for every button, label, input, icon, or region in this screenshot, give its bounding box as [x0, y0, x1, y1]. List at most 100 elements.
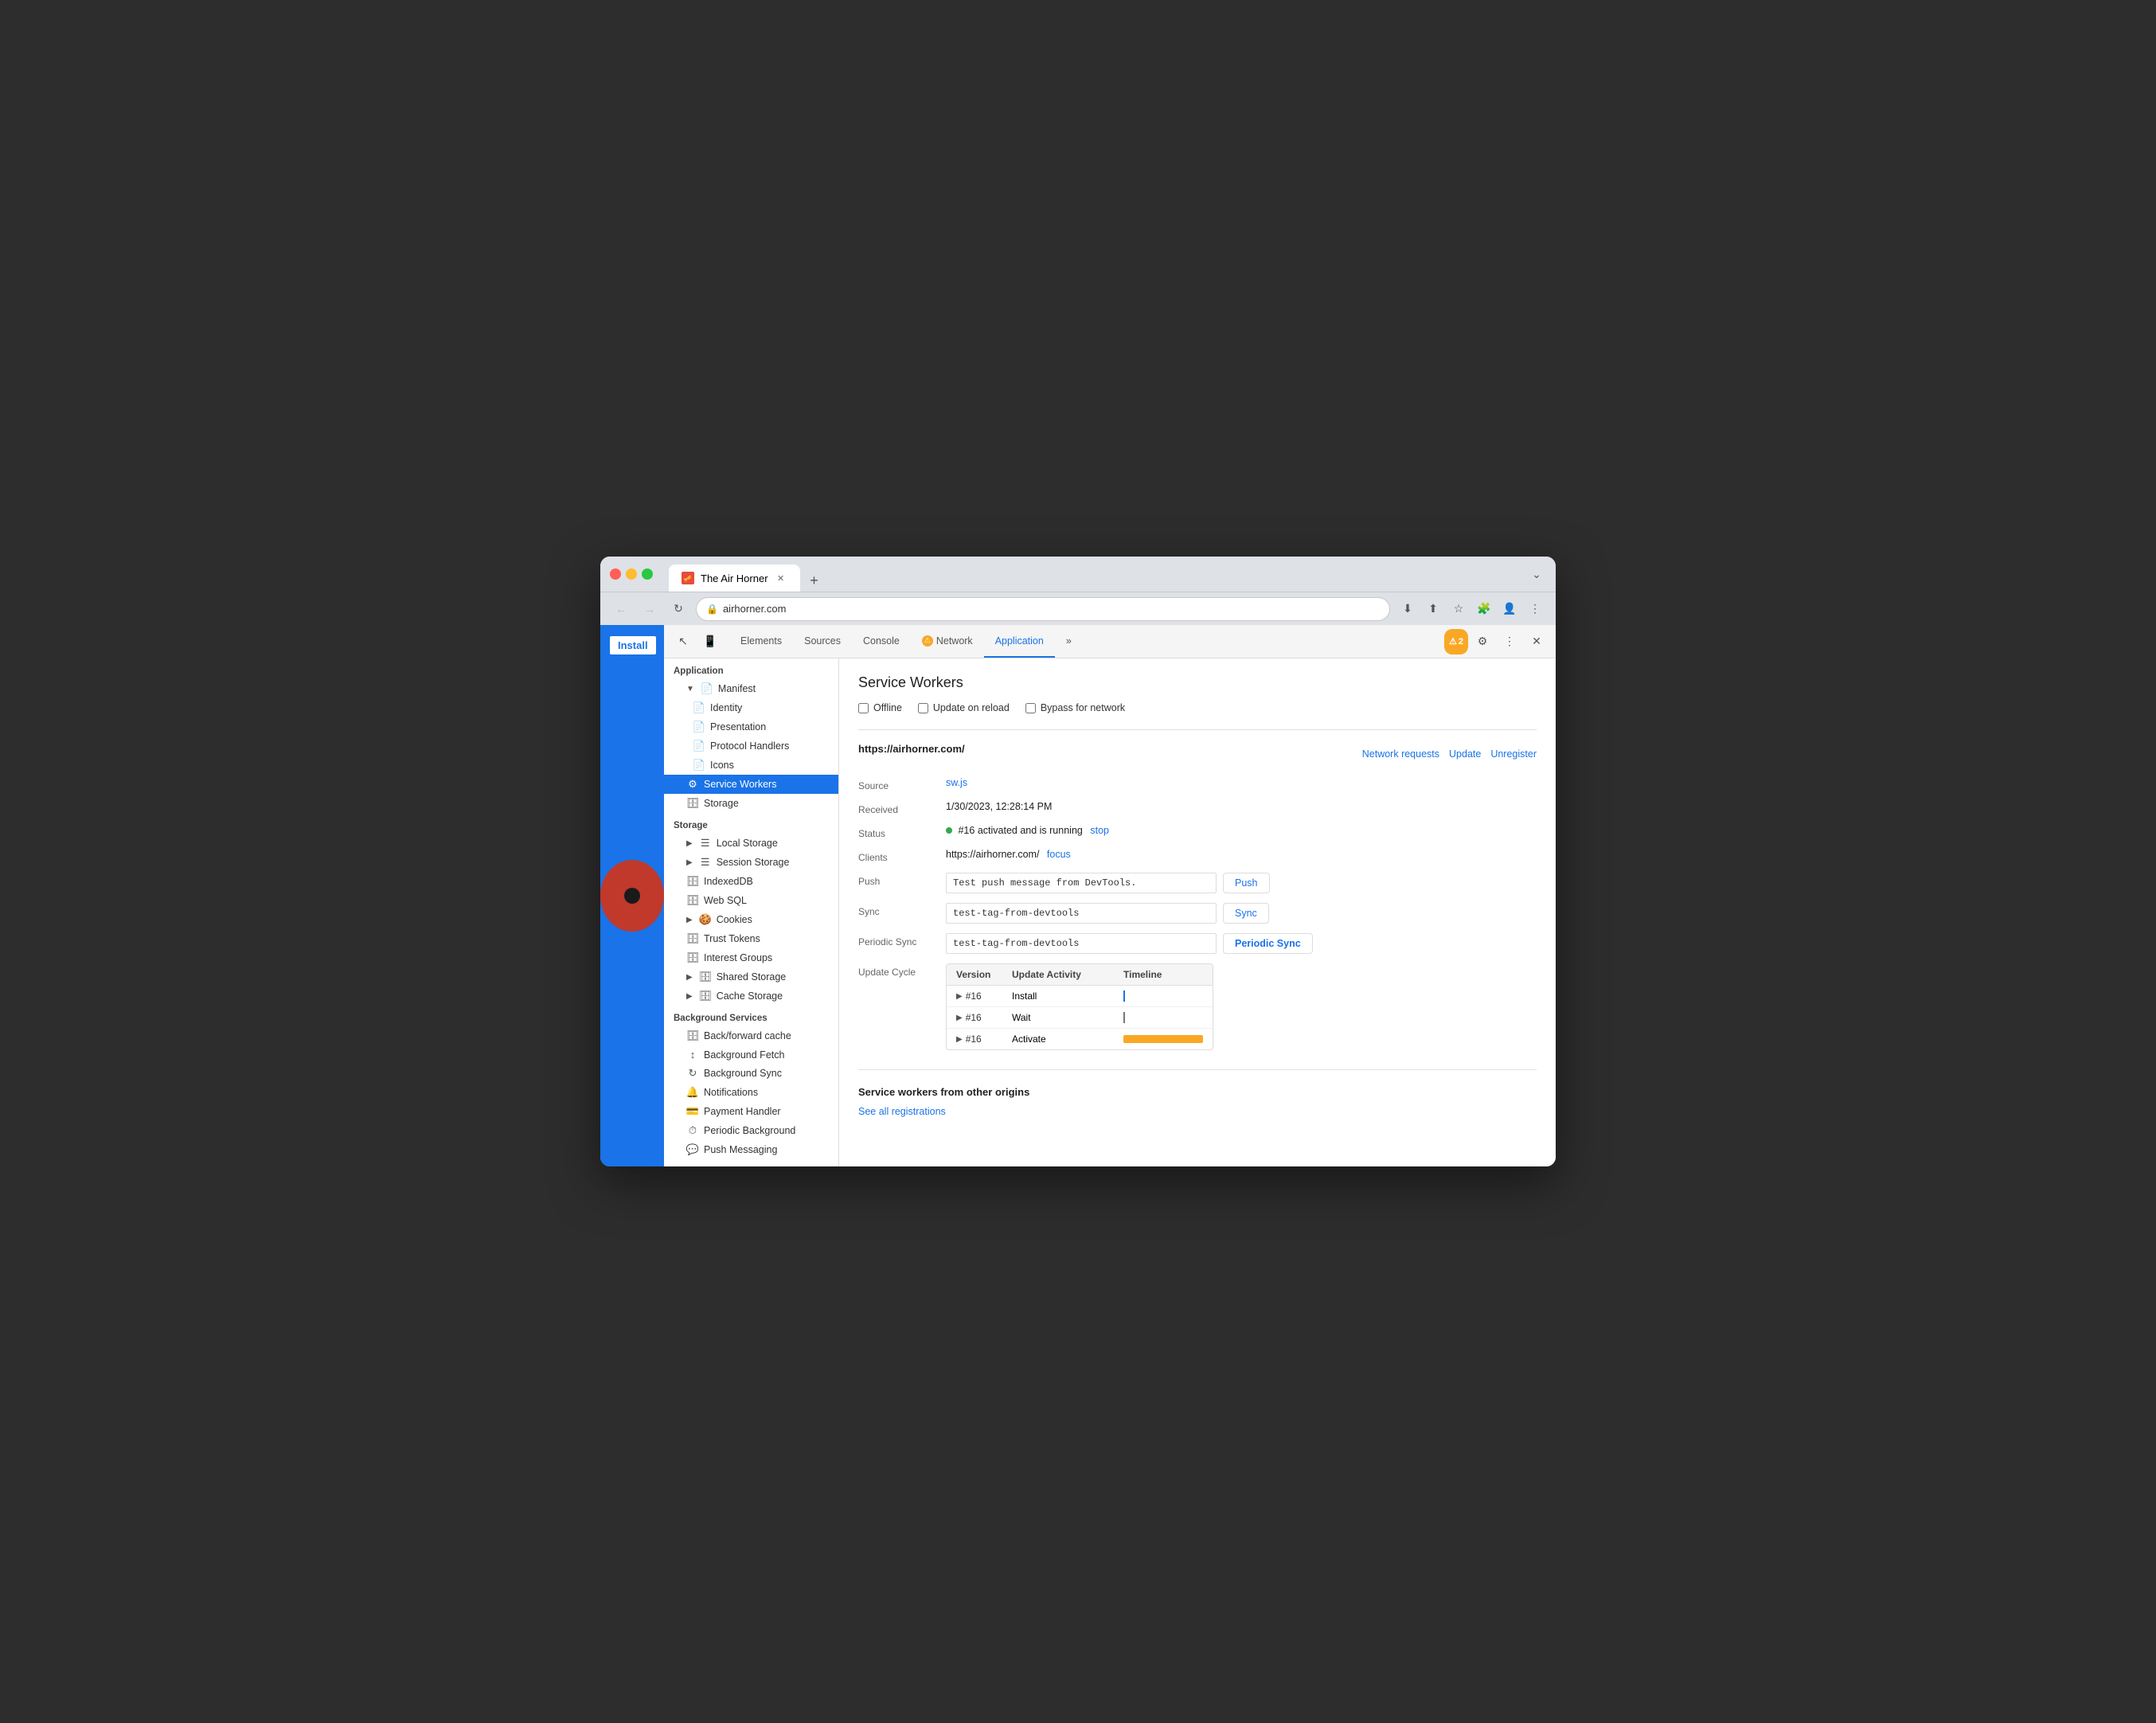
tab-close-button[interactable]: ✕ [775, 572, 787, 584]
sw-status-row: Status #16 activated and is running stop [858, 825, 1537, 839]
notifications-label: Notifications [704, 1087, 758, 1098]
sidebar-item-periodic-background[interactable]: ⏱ Periodic Background [664, 1121, 838, 1140]
presentation-file-icon: 📄 [693, 721, 705, 733]
row-activate-arrow: ▶ [956, 1035, 963, 1044]
extension-icon[interactable]: 🧩 [1473, 598, 1495, 620]
device-icon[interactable]: 📱 [697, 629, 723, 654]
push-button[interactable]: Push [1223, 873, 1270, 893]
bookmark-icon[interactable]: ☆ [1447, 598, 1470, 620]
status-text: #16 activated and is running [958, 825, 1082, 836]
tab-network[interactable]: ⚠ Network [911, 625, 984, 658]
status-label: Status [858, 825, 946, 839]
download-icon[interactable]: ⬇ [1396, 598, 1419, 620]
cookies-label: Cookies [717, 914, 752, 925]
sidebar-item-trust-tokens[interactable]: 🗄 Trust Tokens [664, 929, 838, 948]
browser-tab[interactable]: 🎺 The Air Horner ✕ [669, 565, 800, 592]
sw-source-value: sw.js [946, 777, 1537, 788]
periodic-sync-label: Periodic Sync [858, 933, 946, 947]
offline-checkbox-input[interactable] [858, 703, 869, 713]
stop-link[interactable]: stop [1090, 825, 1109, 836]
row-activate-version: ▶ #16 [956, 1033, 1012, 1045]
sidebar-item-session-storage[interactable]: ▶ ☰ Session Storage [664, 853, 838, 872]
close-devtools-button[interactable]: ✕ [1524, 629, 1549, 654]
sidebar-item-background-fetch[interactable]: ↕ Background Fetch [664, 1045, 838, 1064]
sidebar-item-icons[interactable]: 📄 Icons [664, 756, 838, 775]
periodic-sync-input[interactable] [946, 933, 1217, 954]
source-file-link[interactable]: sw.js [946, 777, 967, 788]
sidebar-item-identity[interactable]: 📄 Identity [664, 698, 838, 717]
manifest-expand-icon: ▼ [686, 685, 694, 693]
close-traffic-light[interactable] [610, 568, 621, 580]
sidebar-item-manifest[interactable]: ▼ 📄 Manifest [664, 679, 838, 698]
sync-button[interactable]: Sync [1223, 903, 1269, 924]
sidebar-item-cookies[interactable]: ▶ 🍪 Cookies [664, 910, 838, 929]
offline-checkbox[interactable]: Offline [858, 702, 902, 713]
sidebar-item-background-sync[interactable]: ↻ Background Sync [664, 1064, 838, 1083]
minimize-traffic-light[interactable] [626, 568, 637, 580]
tab-console[interactable]: Console [852, 625, 911, 658]
background-fetch-icon: ↕ [686, 1049, 699, 1061]
timeline-header: Timeline [1123, 969, 1203, 980]
sidebar-item-service-workers[interactable]: ⚙ Service Workers [664, 775, 838, 794]
devtools-main: Service Workers Offline Update on reload [839, 658, 1556, 1166]
update-on-reload-checkbox[interactable]: Update on reload [918, 702, 1010, 713]
sidebar-item-presentation[interactable]: 📄 Presentation [664, 717, 838, 736]
trust-tokens-icon: 🗄 [686, 932, 699, 945]
unregister-link[interactable]: Unregister [1490, 748, 1537, 760]
menu-icon[interactable]: ⋮ [1524, 598, 1546, 620]
bypass-for-network-checkbox[interactable]: Bypass for network [1025, 702, 1125, 713]
window-menu-icon[interactable]: ⌄ [1527, 568, 1546, 581]
new-tab-button[interactable]: + [803, 569, 826, 592]
session-storage-expand-icon: ▶ [686, 858, 693, 867]
tab-sources[interactable]: Sources [793, 625, 852, 658]
cursor-icon[interactable]: ↖ [670, 629, 696, 654]
other-origins-section: Service workers from other origins See a… [858, 1069, 1537, 1119]
periodic-sync-button[interactable]: Periodic Sync [1223, 933, 1313, 954]
sidebar-item-protocol-handlers[interactable]: 📄 Protocol Handlers [664, 736, 838, 756]
row-wait-arrow: ▶ [956, 1014, 963, 1022]
sidebar-item-interest-groups[interactable]: 🗄 Interest Groups [664, 948, 838, 967]
section-divider [858, 729, 1537, 730]
row-install-version: ▶ #16 [956, 990, 1012, 1002]
tab-favicon: 🎺 [682, 572, 694, 584]
tab-elements[interactable]: Elements [729, 625, 793, 658]
sidebar-item-push-messaging[interactable]: 💬 Push Messaging [664, 1140, 838, 1159]
see-all-link[interactable]: See all registrations [858, 1106, 946, 1117]
more-options-icon[interactable]: ⋮ [1497, 629, 1522, 654]
forward-button[interactable]: → [639, 598, 661, 620]
sidebar-item-shared-storage[interactable]: ▶ 🗄 Shared Storage [664, 967, 838, 987]
push-input[interactable] [946, 873, 1217, 893]
sidebar-item-web-sql[interactable]: 🗄 Web SQL [664, 891, 838, 910]
install-button[interactable]: Install [608, 635, 658, 656]
settings-icon[interactable]: ⚙ [1470, 629, 1495, 654]
update-on-reload-checkbox-input[interactable] [918, 703, 928, 713]
horn-circle [600, 860, 664, 932]
reload-button[interactable]: ↻ [667, 598, 689, 620]
chrome-toolbar: ← → ↻ 🔒 airhorner.com ⬇ ⬆ ☆ 🧩 👤 ⋮ [600, 592, 1556, 625]
sidebar-item-indexeddb[interactable]: 🗄 IndexedDB [664, 872, 838, 891]
update-link[interactable]: Update [1449, 748, 1481, 760]
profile-icon[interactable]: 👤 [1498, 598, 1521, 620]
sidebar-item-storage-app[interactable]: 🗄 Storage [664, 794, 838, 813]
protocol-handlers-file-icon: 📄 [693, 740, 705, 752]
sidebar-item-cache-storage[interactable]: ▶ 🗄 Cache Storage [664, 987, 838, 1006]
cache-storage-expand-icon: ▶ [686, 992, 693, 1001]
other-origins-title: Service workers from other origins [858, 1086, 1537, 1098]
local-storage-expand-icon: ▶ [686, 839, 693, 848]
sidebar-item-back-forward-cache[interactable]: 🗄 Back/forward cache [664, 1026, 838, 1045]
share-icon[interactable]: ⬆ [1422, 598, 1444, 620]
focus-link[interactable]: focus [1047, 849, 1071, 860]
bypass-for-network-checkbox-input[interactable] [1025, 703, 1036, 713]
install-timeline-dot [1123, 990, 1125, 1002]
sync-input[interactable] [946, 903, 1217, 924]
sidebar-item-payment-handler[interactable]: 💳 Payment Handler [664, 1102, 838, 1121]
network-requests-link[interactable]: Network requests [1362, 748, 1439, 760]
sidebar-item-local-storage[interactable]: ▶ ☰ Local Storage [664, 834, 838, 853]
tab-application[interactable]: Application [984, 625, 1055, 658]
tab-more[interactable]: » [1055, 625, 1083, 658]
maximize-traffic-light[interactable] [642, 568, 653, 580]
tab-title: The Air Horner [701, 572, 768, 584]
address-bar[interactable]: 🔒 airhorner.com [696, 597, 1390, 621]
back-button[interactable]: ← [610, 598, 632, 620]
sidebar-item-notifications[interactable]: 🔔 Notifications [664, 1083, 838, 1102]
